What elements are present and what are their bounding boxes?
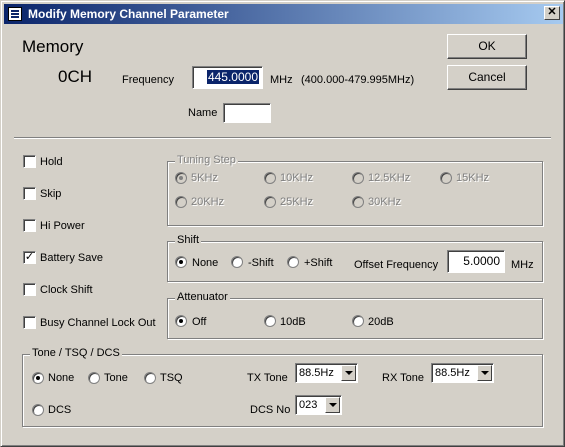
tx-tone-value: 88.5Hz <box>299 367 334 379</box>
frequency-range: (400.000-479.995MHz) <box>301 74 415 86</box>
tx-tone-dropdown-icon[interactable] <box>341 365 356 381</box>
offset-frequency-field[interactable]: 5.0000 <box>447 250 505 273</box>
tuning-15khz-radio[interactable] <box>440 172 452 184</box>
battery-save-label: Battery Save <box>40 252 103 264</box>
skip-label: Skip <box>40 188 62 200</box>
tuning-12-5khz-label: 12.5KHz <box>368 172 411 184</box>
tuning-5khz-label: 5KHz <box>191 172 218 184</box>
window-title: Modify Memory Channel Parameter <box>28 7 229 21</box>
tuning-12-5khz-radio[interactable] <box>352 172 364 184</box>
tuning-step-title: Tuning Step <box>175 154 238 166</box>
shift-minus-radio[interactable] <box>231 256 243 268</box>
busy-channel-lockout-checkbox[interactable] <box>23 316 36 329</box>
hi-power-label: Hi Power <box>40 220 85 232</box>
channel-number: 0CH <box>58 67 93 86</box>
shift-none-radio[interactable] <box>175 256 187 268</box>
clock-shift-checkbox[interactable] <box>23 283 36 296</box>
attenuator-off-radio[interactable] <box>175 315 187 327</box>
attenuator-off-label: Off <box>192 316 207 328</box>
ok-button[interactable]: OK <box>447 34 527 59</box>
tone-dcs-label: DCS <box>48 404 72 416</box>
tx-tone-select[interactable]: 88.5Hz <box>295 363 358 383</box>
tuning-30khz-label: 30KHz <box>368 196 402 208</box>
tuning-25khz-label: 25KHz <box>280 196 314 208</box>
battery-save-checkbox[interactable]: ✓ <box>23 251 36 264</box>
tone-none-radio[interactable] <box>32 372 44 384</box>
frequency-value: 445.0000 <box>206 70 259 84</box>
name-label: Name <box>188 107 218 119</box>
memory-heading: Memory <box>22 37 84 56</box>
attenuator-20db-radio[interactable] <box>352 315 364 327</box>
tuning-20khz-radio[interactable] <box>175 196 187 208</box>
rx-tone-dropdown-icon[interactable] <box>477 365 492 381</box>
tx-tone-label: TX Tone <box>247 372 288 384</box>
tuning-10khz-label: 10KHz <box>280 172 314 184</box>
close-icon: ✕ <box>547 6 557 18</box>
offset-frequency-label: Offset Frequency <box>354 259 439 271</box>
offset-frequency-unit: MHz <box>511 259 534 271</box>
dialog-window: Modify Memory Channel Parameter ✕ Memory… <box>0 0 565 447</box>
busy-channel-lockout-label: Busy Channel Lock Out <box>40 317 156 329</box>
tuning-30khz-radio[interactable] <box>352 196 364 208</box>
close-button[interactable]: ✕ <box>544 6 560 20</box>
shift-none-label: None <box>192 257 219 269</box>
hi-power-checkbox[interactable] <box>23 219 36 232</box>
offset-frequency-value: 5.0000 <box>463 254 500 268</box>
app-icon <box>8 7 22 21</box>
tuning-25khz-radio[interactable] <box>264 196 276 208</box>
dcs-number-dropdown-icon[interactable] <box>325 397 340 413</box>
frequency-label: Frequency <box>122 74 174 86</box>
dcs-number-value: 023 <box>299 399 318 411</box>
tone-tsq-label: TSQ <box>160 372 183 384</box>
hold-label: Hold <box>40 156 63 168</box>
tone-tsq-radio[interactable] <box>144 372 156 384</box>
attenuator-title: Attenuator <box>175 291 230 303</box>
tuning-10khz-radio[interactable] <box>264 172 276 184</box>
cancel-button[interactable]: Cancel <box>447 65 527 90</box>
attenuator-20db-label: 20dB <box>368 316 394 328</box>
attenuator-10db-label: 10dB <box>280 316 306 328</box>
rx-tone-label: RX Tone <box>382 372 424 384</box>
rx-tone-select[interactable]: 88.5Hz <box>431 363 494 383</box>
tuning-step-group: Tuning Step <box>167 154 543 226</box>
dcs-number-label: DCS No <box>250 404 291 416</box>
attenuator-10db-radio[interactable] <box>264 315 276 327</box>
tone-none-label: None <box>48 372 75 384</box>
hold-checkbox[interactable] <box>23 155 36 168</box>
tone-dcs-radio[interactable] <box>32 404 44 416</box>
name-field[interactable] <box>223 103 271 123</box>
shift-title: Shift <box>175 234 202 246</box>
clock-shift-label: Clock Shift <box>40 284 93 296</box>
shift-minus-label: -Shift <box>248 257 274 269</box>
dcs-number-select[interactable]: 023 <box>295 395 342 415</box>
frequency-field[interactable]: 445.0000 <box>192 66 263 89</box>
skip-checkbox[interactable] <box>23 187 36 200</box>
shift-plus-label: +Shift <box>304 257 333 269</box>
tone-title: Tone / TSQ / DCS <box>30 347 122 359</box>
tone-tone-radio[interactable] <box>88 372 100 384</box>
shift-plus-radio[interactable] <box>287 256 299 268</box>
title-bar: Modify Memory Channel Parameter ✕ <box>4 4 563 24</box>
separator <box>14 137 551 139</box>
tuning-15khz-label: 15KHz <box>456 172 490 184</box>
frequency-unit: MHz <box>270 74 293 86</box>
checkmark-icon: ✓ <box>24 251 35 263</box>
tone-tone-label: Tone <box>104 372 128 384</box>
rx-tone-value: 88.5Hz <box>435 367 470 379</box>
tuning-20khz-label: 20KHz <box>191 196 225 208</box>
tuning-5khz-radio[interactable] <box>175 172 187 184</box>
